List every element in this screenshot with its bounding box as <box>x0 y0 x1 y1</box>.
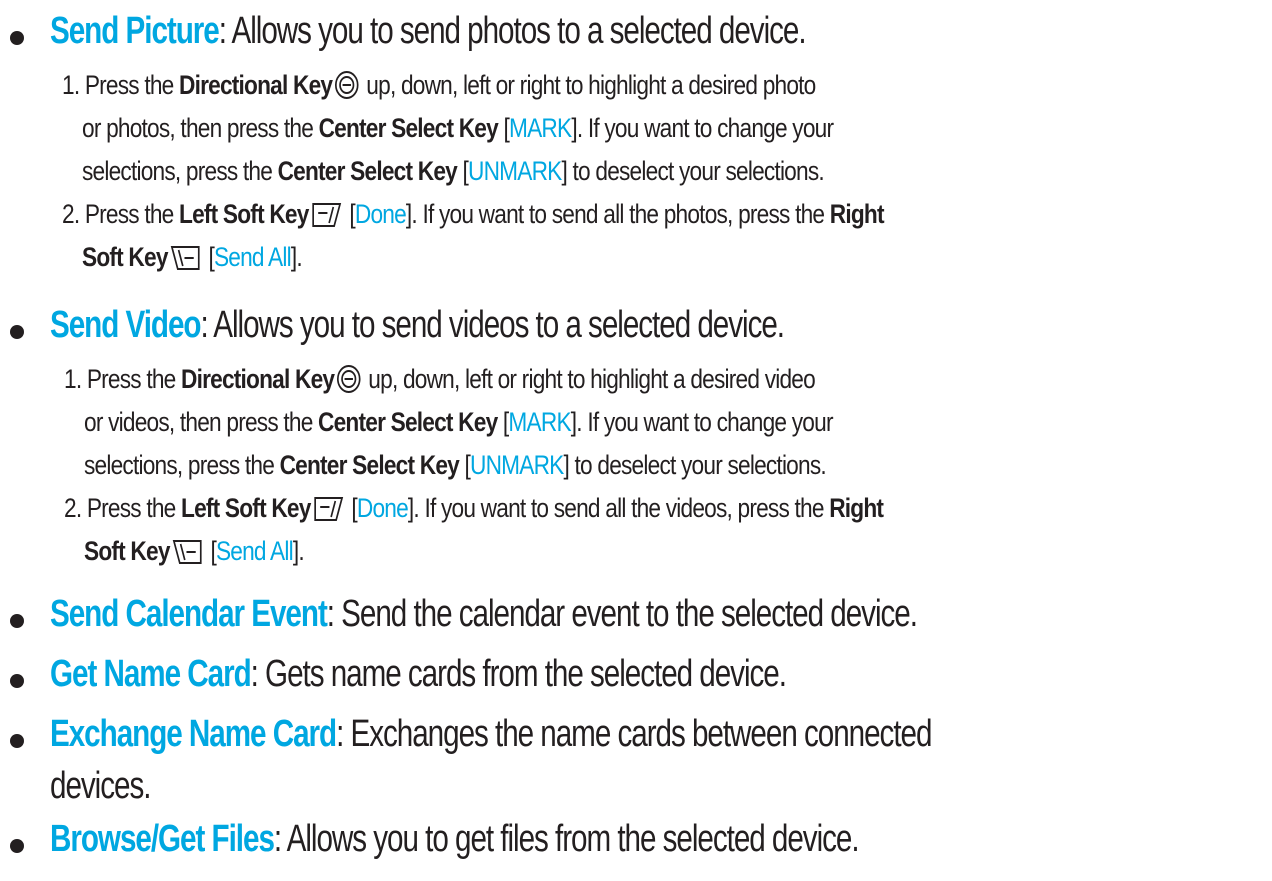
bullet <box>10 839 24 853</box>
step-line: 2. Press the Left Soft Key [Done]. If yo… <box>62 199 885 236</box>
list-item-send-video: Send Video: Allows you to send videos to… <box>50 304 785 347</box>
softkey-label: Send All <box>215 536 294 566</box>
list-item-exchange-name-card: Exchange Name Card: Exchanges the name c… <box>50 713 932 756</box>
step-text: or videos, then press the <box>84 407 319 437</box>
step-text: 2. Press the <box>62 199 180 229</box>
right-soft-key-icon <box>171 538 203 573</box>
step-text: ] to deselect your selections. <box>561 156 825 186</box>
step-line: selections, press the Center Select Key … <box>84 450 827 481</box>
step-text: 1. Press the <box>64 364 182 394</box>
step-line: 1. Press the Directional Key up, down, l… <box>64 364 816 401</box>
step-text: ] to deselect your selections. <box>563 450 827 480</box>
key-name: Directional Key <box>179 70 333 100</box>
step-text: 2. Press the <box>64 493 182 523</box>
softkey-label: Done <box>356 493 409 523</box>
term-send-video: Send Video <box>50 304 202 346</box>
item-description: : Allows you to send videos to a selecte… <box>200 304 785 346</box>
step-text: or photos, then press the <box>82 113 319 143</box>
step-text: ]. If you want to send all the photos, p… <box>405 199 830 229</box>
softkey-label: Done <box>354 199 407 229</box>
step-text: ]. If you want to change your <box>570 407 834 437</box>
softkey-label: UNMARK <box>469 450 564 480</box>
step-text: up, down, left or right to highlight a d… <box>362 364 815 394</box>
step-text: ]. If you want to send all the videos, p… <box>407 493 830 523</box>
item-description: devices. <box>50 765 151 807</box>
bullet <box>10 31 24 45</box>
step-text: [ <box>204 536 216 566</box>
step-text: [ <box>202 242 214 272</box>
term-send-picture: Send Picture <box>50 10 220 52</box>
step-text: ]. <box>292 536 305 566</box>
step-text: [ <box>497 407 509 437</box>
key-name: Right <box>829 493 884 523</box>
term-exchange-name-card: Exchange Name Card <box>50 713 337 755</box>
step-text: [ <box>456 156 468 186</box>
key-name: Left Soft Key <box>179 199 309 229</box>
item-description: : Exchanges the name cards between conne… <box>336 713 932 755</box>
step-line: or videos, then press the Center Select … <box>84 407 833 438</box>
step-text: 1. Press the <box>62 70 180 100</box>
bullet <box>10 674 24 688</box>
key-name: Center Select Key <box>279 450 460 480</box>
step-text: up, down, left or right to highlight a d… <box>360 70 816 100</box>
softkey-label: MARK <box>508 407 571 437</box>
key-name: Left Soft Key <box>181 493 311 523</box>
key-name: Right <box>829 199 885 229</box>
key-name: Directional Key <box>181 364 335 394</box>
manual-page: Send Picture: Allows you to send photos … <box>0 0 1272 881</box>
item-description: : Gets name cards from the selected devi… <box>250 653 787 695</box>
list-item-send-picture: Send Picture: Allows you to send photos … <box>50 10 807 53</box>
item-description-continued: devices. <box>50 765 151 808</box>
step-text: [ <box>458 450 470 480</box>
step-line: 1. Press the Directional Key up, down, l… <box>62 70 816 107</box>
directional-key-icon <box>336 364 361 401</box>
bullet <box>10 734 24 748</box>
right-soft-key-icon <box>169 244 201 279</box>
step-text: [ <box>497 113 509 143</box>
bullet <box>10 325 24 339</box>
step-line: 2. Press the Left Soft Key [Done]. If yo… <box>64 493 884 530</box>
left-soft-key-icon <box>312 495 344 530</box>
key-name: Soft Key <box>84 536 170 566</box>
term-send-calendar-event: Send Calendar Event <box>50 593 328 635</box>
list-item-get-name-card: Get Name Card: Gets name cards from the … <box>50 653 787 696</box>
step-text: ]. <box>290 242 303 272</box>
softkey-label: MARK <box>508 113 572 143</box>
key-name: Soft Key <box>82 242 168 272</box>
step-text: selections, press the <box>84 450 280 480</box>
left-soft-key-icon <box>310 201 342 236</box>
step-line: selections, press the Center Select Key … <box>82 156 825 187</box>
softkey-label: Send All <box>213 242 292 272</box>
step-text: selections, press the <box>82 156 278 186</box>
list-item-browse-get-files: Browse/Get Files: Allows you to get file… <box>50 818 860 861</box>
step-line: Soft Key [Send All]. <box>84 536 305 573</box>
term-get-name-card: Get Name Card <box>50 653 252 695</box>
item-description: : Allows you to send photos to a selecte… <box>218 10 807 52</box>
step-text: [ <box>345 493 357 523</box>
step-line: Soft Key [Send All]. <box>82 242 303 279</box>
key-name: Center Select Key <box>318 113 499 143</box>
key-name: Center Select Key <box>277 156 458 186</box>
list-item-send-calendar-event: Send Calendar Event: Send the calendar e… <box>50 593 918 636</box>
step-text: [ <box>343 199 355 229</box>
bullet <box>10 614 24 628</box>
term-browse-get-files: Browse/Get Files <box>50 818 275 860</box>
key-name: Center Select Key <box>318 407 498 437</box>
step-line: or photos, then press the Center Select … <box>82 113 834 144</box>
item-description: : Send the calendar event to the selecte… <box>326 593 918 635</box>
softkey-label: UNMARK <box>467 156 562 186</box>
step-text: ]. If you want to change your <box>571 113 834 143</box>
item-description: : Allows you to get files from the selec… <box>273 818 860 860</box>
directional-key-icon <box>334 70 359 107</box>
